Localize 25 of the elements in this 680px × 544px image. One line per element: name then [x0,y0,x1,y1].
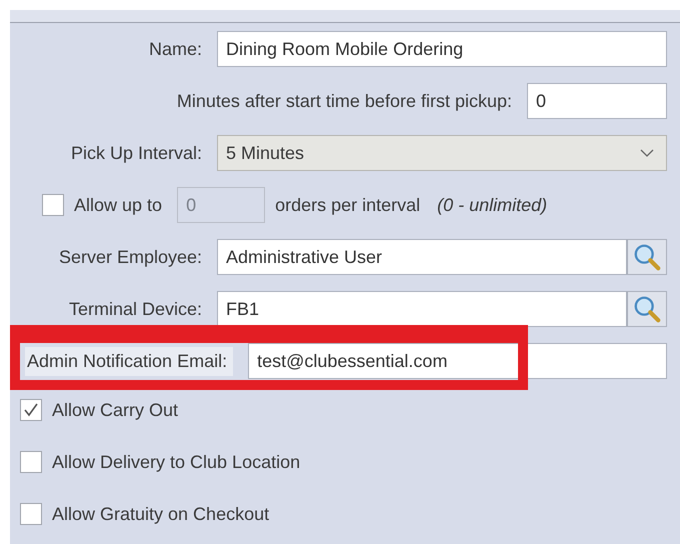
dropdown[interactable]: 5 Minutes [217,135,667,171]
field-label: Admin Notification Email: [25,346,234,376]
field-label: Server Employee: [58,246,202,268]
checkbox[interactable] [20,399,42,421]
checkbox[interactable] [20,503,42,525]
field-label: Name: [148,38,202,60]
checkbox-label: Allow Delivery to Club Location [52,452,300,472]
field-label: Terminal Device: [68,298,202,320]
hint-text: (0 - unlimited) [437,194,548,216]
input-field[interactable]: test@clubessential.com [248,343,667,379]
field-label: orders per interval [275,194,420,216]
input-field[interactable]: Administrative User [217,239,627,275]
input-field[interactable]: 0 [527,83,667,119]
search-button[interactable] [627,291,667,327]
checkbox-label: Allow Carry Out [52,400,178,420]
input-field[interactable]: Dining Room Mobile Ordering [217,31,667,67]
field-label: Minutes after start time before first pickup: [176,90,512,112]
field-label: Pick Up Interval: [70,142,202,164]
input-field[interactable]: FB1 [217,291,627,327]
checkbox[interactable] [20,451,42,473]
search-button[interactable] [627,239,667,275]
field-label: Allow up to [74,194,162,216]
checkbox-label: Allow Gratuity on Checkout [52,504,270,524]
checkbox[interactable] [42,194,64,216]
chevron-down-icon [640,149,654,157]
